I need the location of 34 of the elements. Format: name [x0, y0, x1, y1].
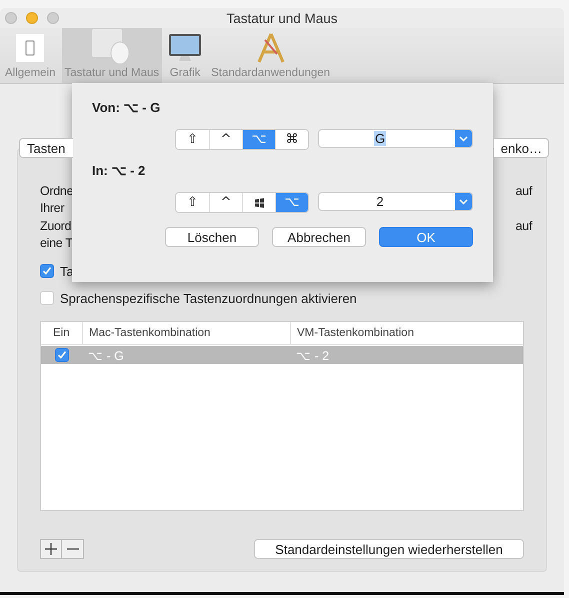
switch-icon [15, 32, 46, 62]
shortcut-heading: In: ⌥ - 2 [92, 162, 146, 180]
remove-button[interactable] [62, 539, 84, 559]
plus-icon [45, 543, 57, 555]
dialog-button[interactable]: Löschen [165, 227, 259, 247]
column-header[interactable]: VM-Tastenkombination [290, 322, 523, 344]
description-text: auf [516, 218, 532, 235]
table-cell-text: ⌥ - 2 [295, 348, 330, 363]
checkbox[interactable] [40, 264, 54, 278]
column-header[interactable]: Mac-Tastenkombination [82, 322, 290, 344]
restore-defaults-button[interactable]: Standardeinstellungen wiederherstellen [254, 539, 524, 559]
table-cell-text: ⌥ - G [87, 348, 125, 363]
description-text: auf [516, 183, 532, 200]
chevron-down-icon [459, 198, 468, 204]
key-dropdown[interactable]: G [318, 129, 473, 148]
windows-logo-icon [254, 198, 264, 208]
key-dropdown[interactable]: 2 [318, 192, 473, 211]
description-text: Ihrer [40, 200, 64, 218]
checkbox-label: Sprachenspezifische Tastenzuordnungen aktivieren [60, 290, 357, 306]
description-text: Ordne [40, 183, 74, 200]
monitor-icon [168, 32, 202, 62]
column-header[interactable]: Ein [41, 322, 82, 344]
tab-button[interactable]: Tasten [19, 138, 73, 158]
tab-button[interactable]: enko… [494, 138, 549, 158]
dialog-button[interactable]: Abbrechen [272, 227, 366, 247]
add-button[interactable] [40, 539, 62, 559]
description-text: eine T [40, 234, 73, 252]
chevron-down-icon [459, 136, 468, 142]
modifier-button[interactable]: ⌘ [275, 130, 308, 149]
description-text: Zuord [40, 218, 72, 235]
shortcut-heading: Von: ⌥ - G [92, 99, 162, 117]
applications-icon [254, 32, 287, 64]
window-title: Tastatur und Maus [225, 10, 339, 26]
checkbox[interactable] [55, 348, 69, 362]
